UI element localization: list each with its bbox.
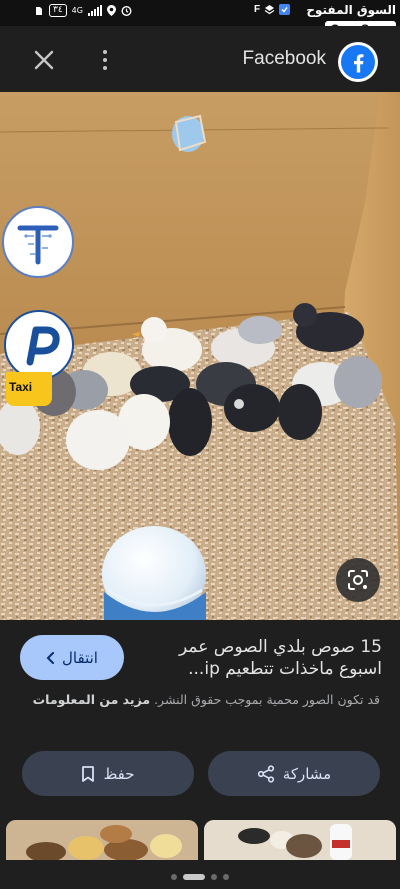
nav-dot (211, 874, 217, 880)
ad-logo-p[interactable] (4, 310, 74, 380)
brand-arabic: السوق المفتوح (306, 3, 396, 17)
status-bar: ٣٤ 4G F السوق المفتوح OpenSooq (0, 0, 400, 37)
bookmark-icon (82, 765, 95, 782)
facebook-logo-icon (341, 45, 375, 79)
nav-dot (223, 874, 229, 880)
f-notification-icon: F (254, 4, 261, 15)
share-button[interactable]: مشاركة (208, 751, 380, 796)
share-icon (257, 764, 274, 783)
alarm-icon (121, 6, 132, 16)
sim-icon (36, 6, 42, 15)
more-info-link[interactable]: مزيد من المعلومات (33, 692, 150, 707)
facebook-logo[interactable] (338, 42, 378, 82)
nav-bar (183, 874, 205, 880)
result-title[interactable]: 15 صوص بلدي الصوص عمر اسبوع ماخذات تتطعي… (150, 636, 382, 680)
result-info-panel: انتقال 15 صوص بلدي الصوص عمر اسبوع ماخذا… (0, 620, 400, 889)
save-label: حفظ (103, 764, 135, 783)
source-name[interactable]: Facebook (230, 48, 326, 70)
copyright-note: قد تكون الصور محمية بموجب حقوق النشر. مز… (20, 690, 380, 709)
viewer-header: Facebook (0, 26, 400, 92)
close-button[interactable] (30, 46, 58, 74)
related-thumb-2 (204, 820, 396, 860)
result-image[interactable]: Taxi (0, 92, 400, 620)
layers-icon (264, 5, 275, 15)
google-lens-button[interactable] (336, 558, 380, 602)
related-thumb-1 (6, 820, 198, 860)
p-logo-icon (26, 326, 60, 366)
taxi-badge[interactable]: Taxi (6, 372, 52, 406)
app-notification-icon (279, 4, 291, 15)
close-icon (34, 50, 54, 70)
status-icons-right: F (254, 4, 291, 15)
google-lens-icon (348, 570, 368, 590)
signal-icon (87, 5, 102, 16)
save-button[interactable]: حفظ (22, 751, 194, 796)
share-label: مشاركة (282, 764, 332, 783)
taxi-label: Taxi (9, 380, 33, 394)
ad-logo-t[interactable] (2, 206, 74, 278)
location-icon (106, 5, 116, 16)
more-vert-icon (103, 50, 107, 54)
nav-dot (171, 874, 177, 880)
related-image-thumbnail[interactable] (6, 820, 198, 860)
status-icons-left: ٣٤ 4G (34, 4, 132, 17)
gesture-nav-indicator (0, 865, 400, 889)
visit-label: انتقال (62, 648, 98, 667)
related-image-thumbnail[interactable] (204, 820, 396, 860)
battery-indicator: ٣٤ (49, 4, 67, 17)
network-type: 4G (71, 6, 83, 15)
t-logo-icon (17, 225, 59, 265)
more-options-button[interactable] (95, 46, 115, 74)
visit-button[interactable]: انتقال (20, 635, 124, 680)
chevron-left-icon (46, 651, 55, 664)
copyright-text: قد تكون الصور محمية بموجب حقوق النشر. (154, 692, 380, 707)
